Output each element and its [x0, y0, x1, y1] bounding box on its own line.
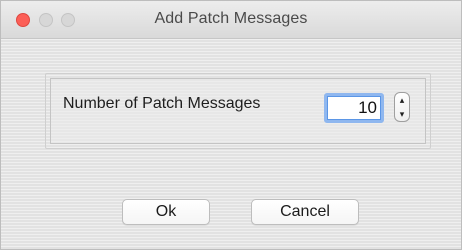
stepper-down-icon[interactable]: ▾	[395, 107, 409, 121]
dialog-content: Number of Patch Messages ▴ ▾ Ok Cancel	[1, 39, 461, 249]
stepper-up-icon[interactable]: ▴	[395, 93, 409, 107]
patch-count-field[interactable]	[324, 93, 384, 123]
cancel-button[interactable]: Cancel	[251, 199, 359, 225]
dialog-window: Add Patch Messages Number of Patch Messa…	[0, 0, 462, 250]
patch-count-group: Number of Patch Messages ▴ ▾	[45, 73, 431, 149]
patch-count-stepper[interactable]: ▴ ▾	[394, 92, 410, 122]
title-bar: Add Patch Messages	[1, 1, 461, 39]
window-title: Add Patch Messages	[154, 10, 308, 27]
patch-count-input[interactable]	[327, 96, 381, 120]
patch-count-label: Number of Patch Messages	[63, 95, 261, 112]
ok-button[interactable]: Ok	[122, 199, 210, 225]
